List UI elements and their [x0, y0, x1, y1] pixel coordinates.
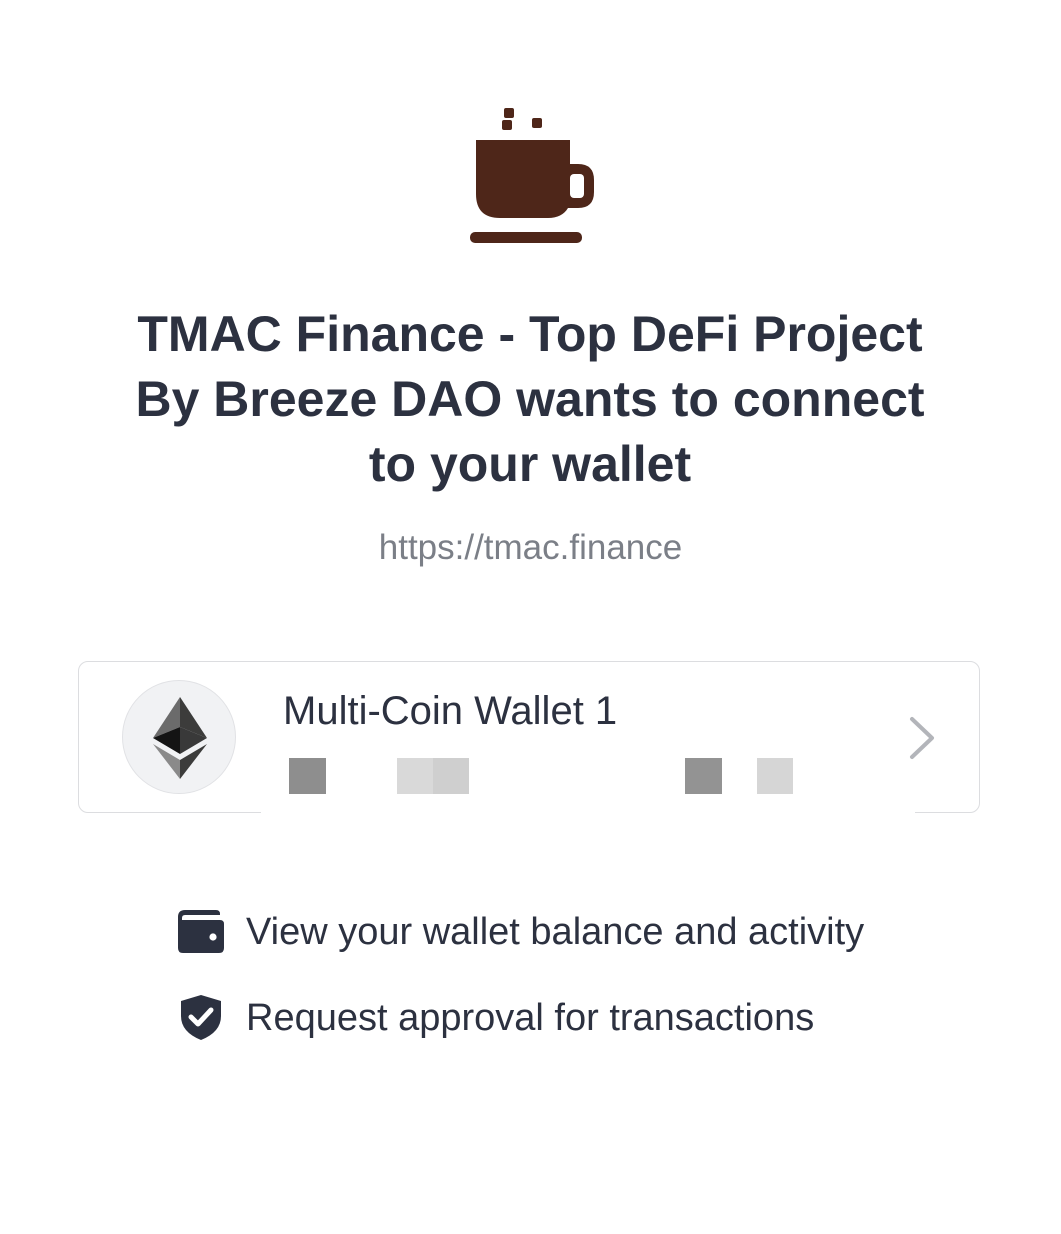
wallet-selector[interactable]: Multi-Coin Wallet 1 [78, 661, 980, 818]
wallet-address-redacted [261, 748, 915, 818]
permission-item: Request approval for transactions [176, 986, 996, 1052]
coffee-cup-icon [470, 108, 594, 243]
permission-item: View your wallet balance and activity [176, 900, 996, 966]
shield-check-icon [176, 992, 226, 1042]
wallet-name: Multi-Coin Wallet 1 [283, 689, 618, 733]
wallet-avatar [122, 680, 236, 794]
permission-label: Request approval for transactions [246, 997, 815, 1039]
ethereum-icon [153, 697, 207, 779]
dapp-url: https://tmac.finance [378, 528, 683, 567]
chevron-right-icon [907, 714, 937, 762]
permission-label: View your wallet balance and activity [246, 911, 865, 953]
dapp-logo [466, 104, 596, 249]
permissions-list: View your wallet balance and activity Re… [176, 900, 996, 1072]
wallet-icon [176, 906, 226, 956]
connect-request-title: TMAC Finance - Top DeFi Project By Breez… [135, 306, 925, 492]
